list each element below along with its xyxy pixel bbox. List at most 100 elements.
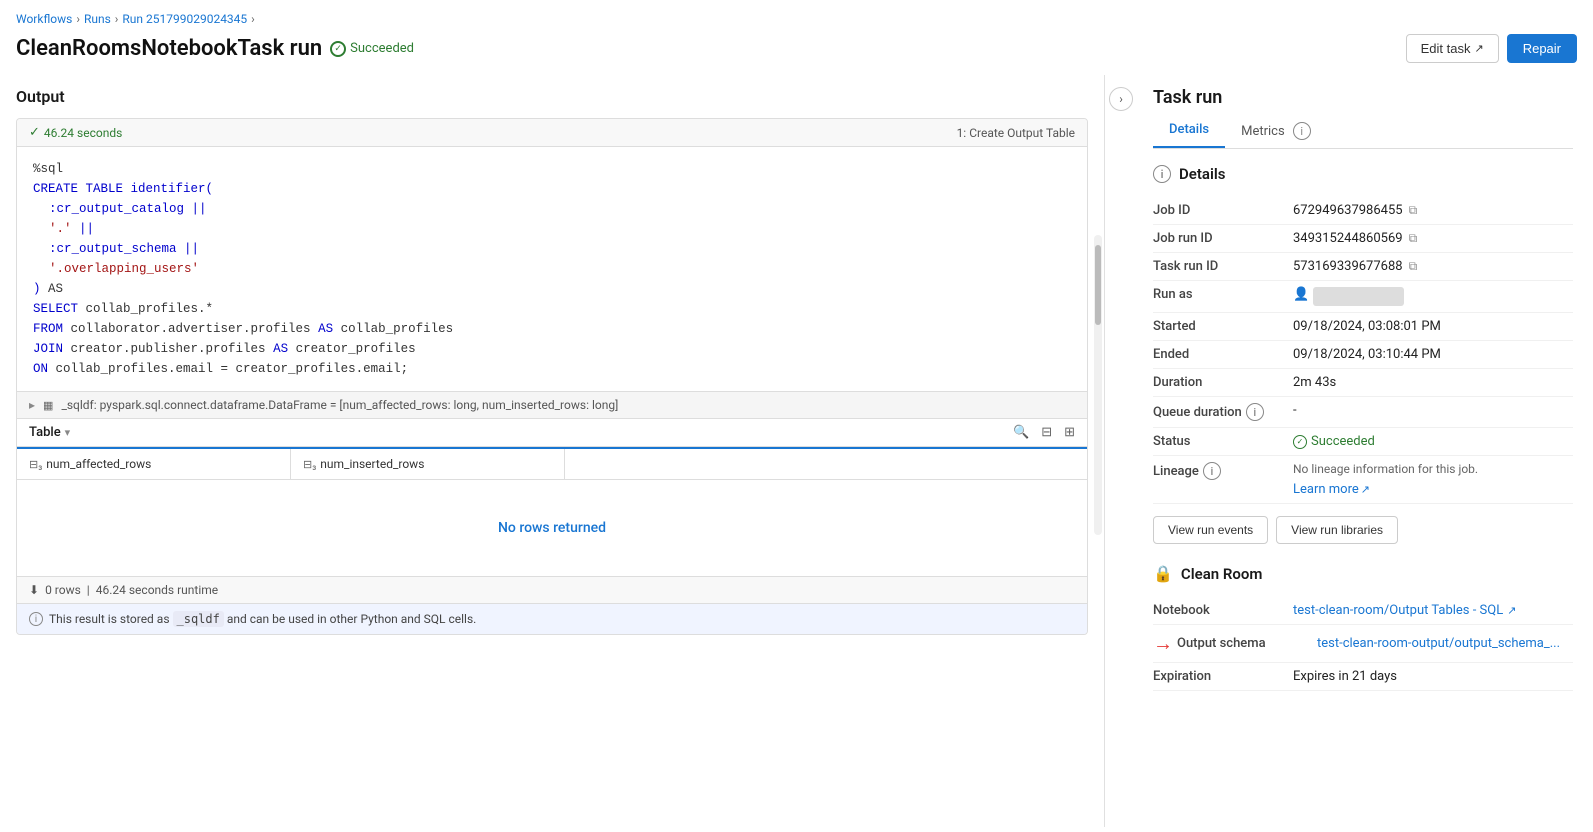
label-queue-duration: Queue duration i <box>1153 403 1293 421</box>
field-run-as: Run as 👤 redacted <box>1153 281 1573 313</box>
task-panel-title: Task run <box>1153 87 1573 108</box>
result-header[interactable]: ▸ ▦ _sqldf: pyspark.sql.connect.datafram… <box>17 391 1087 419</box>
external-icon: ↗ <box>1361 483 1370 496</box>
value-duration: 2m 43s <box>1293 375 1336 390</box>
field-job-id: Job ID 672949637986455 ⧉ <box>1153 197 1573 225</box>
value-task-run-id: 573169339677688 <box>1293 259 1403 274</box>
lineage-info-icon[interactable]: i <box>1203 462 1221 480</box>
download-icon[interactable]: ⬇ <box>29 583 39 597</box>
metrics-info-icon[interactable]: i <box>1293 122 1311 140</box>
label-output-schema: Output schema <box>1177 636 1317 651</box>
tab-details[interactable]: Details <box>1153 116 1225 148</box>
code-line-5: :cr_output_schema || <box>33 239 1071 259</box>
scroll-track[interactable] <box>1094 235 1102 535</box>
tab-metrics[interactable]: Metrics i <box>1225 116 1327 148</box>
clean-room-title-text: Clean Room <box>1181 565 1262 583</box>
columns-icon[interactable]: ⊞ <box>1064 425 1075 440</box>
label-lineage: Lineage i <box>1153 462 1293 480</box>
edit-task-label: Edit task <box>1421 41 1471 56</box>
value-job-id: 672949637986455 <box>1293 203 1403 218</box>
field-duration: Duration 2m 43s <box>1153 369 1573 397</box>
cell-footer: ⬇ 0 rows | 46.24 seconds runtime <box>17 576 1087 603</box>
details-info-icon[interactable]: i <box>1153 165 1171 183</box>
details-header: i Details <box>1153 165 1573 183</box>
scroll-thumb[interactable] <box>1095 245 1101 325</box>
field-output-schema: → Output schema test-clean-room-output/o… <box>1153 625 1573 663</box>
note-text: This result is stored as _sqldf and can … <box>49 612 476 626</box>
label-run-as: Run as <box>1153 287 1293 302</box>
breadcrumb-sep3: › <box>251 12 255 26</box>
table-icon: ▦ <box>43 399 53 412</box>
footer-timing: 46.24 seconds runtime <box>96 583 218 597</box>
search-icon[interactable]: 🔍 <box>1013 425 1029 440</box>
value-output-schema[interactable]: test-clean-room-output/output_schema_... <box>1317 636 1560 651</box>
footer-sep: | <box>87 583 90 597</box>
panel-toggle-button[interactable]: › <box>1105 75 1133 827</box>
label-task-run-id: Task run ID <box>1153 259 1293 274</box>
code-line-9: FROM collaborator.advertiser.profiles AS… <box>33 319 1071 339</box>
red-arrow-indicator: → <box>1153 631 1173 656</box>
toggle-icon: › <box>1119 92 1123 106</box>
field-started: Started 09/18/2024, 03:08:01 PM <box>1153 313 1573 341</box>
field-job-run-id: Job run ID 349315244860569 ⧉ <box>1153 225 1573 253</box>
col-empty <box>565 449 1087 479</box>
col-header-1: num_affected_rows <box>46 457 151 471</box>
code-line-11: ON collab_profiles.email = creator_profi… <box>33 359 1071 379</box>
code-line-8: SELECT collab_profiles.* <box>33 299 1071 319</box>
code-content: %sql CREATE TABLE identifier( :cr_output… <box>17 147 1087 391</box>
footer-left: ⬇ 0 rows | 46.24 seconds runtime <box>29 583 218 597</box>
page-title: CleanRoomsNotebookTask run <box>16 36 322 61</box>
breadcrumb-runs[interactable]: Runs <box>84 12 111 26</box>
field-expiration: Expiration Expires in 21 days <box>1153 663 1573 691</box>
table-chevron[interactable]: ▾ <box>65 426 71 439</box>
header-buttons: Edit task ↗ Repair <box>1406 34 1577 63</box>
copy-job-run-id[interactable]: ⧉ <box>1409 231 1418 246</box>
copy-task-run-id[interactable]: ⧉ <box>1409 259 1418 274</box>
breadcrumb-workflows[interactable]: Workflows <box>16 12 72 26</box>
view-run-libraries-button[interactable]: View run libraries <box>1276 516 1398 544</box>
value-status: ✓ Succeeded <box>1293 434 1375 449</box>
code-line-1: %sql <box>33 159 1071 179</box>
page-title-area: CleanRoomsNotebookTask run Succeeded <box>16 36 414 61</box>
copy-job-id[interactable]: ⧉ <box>1409 203 1418 218</box>
learn-more-link[interactable]: Learn more ↗ <box>1293 482 1370 497</box>
breadcrumb: Workflows › Runs › Run 251799029024345 › <box>0 0 1593 30</box>
status-icon <box>330 41 346 57</box>
field-ended: Ended 09/18/2024, 03:10:44 PM <box>1153 341 1573 369</box>
page-header: CleanRoomsNotebookTask run Succeeded Edi… <box>0 30 1593 75</box>
note-code: _sqldf <box>173 611 224 627</box>
code-line-3: :cr_output_catalog || <box>33 199 1071 219</box>
view-run-events-button[interactable]: View run events <box>1153 516 1268 544</box>
code-line-6: '.overlapping_users' <box>33 259 1071 279</box>
details-title: Details <box>1179 165 1225 183</box>
label-job-id: Job ID <box>1153 203 1293 218</box>
metrics-label: Metrics <box>1241 124 1285 139</box>
breadcrumb-sep1: › <box>76 12 80 26</box>
label-duration: Duration <box>1153 375 1293 390</box>
col-header-2: num_inserted_rows <box>320 457 424 471</box>
footer-rows: 0 rows <box>45 583 81 597</box>
cell-step-name: 1: Create Output Table <box>957 126 1075 140</box>
code-line-7: ) AS <box>33 279 1071 299</box>
col-type-icon-2: ⊟₃ <box>303 458 316 471</box>
task-panel: Task run Details Metrics i i Details Job… <box>1133 75 1593 827</box>
filter-icon[interactable]: ⊟ <box>1041 425 1052 440</box>
col-num-affected: ⊟₃ num_affected_rows <box>17 449 291 479</box>
label-status: Status <box>1153 434 1293 449</box>
action-buttons: View run events View run libraries <box>1153 516 1573 544</box>
clean-room-section: 🔒 Clean Room Notebook test-clean-room/Ou… <box>1153 564 1573 691</box>
table-label: Table ▾ <box>29 425 70 440</box>
notebook-link-text: test-clean-room/Output Tables - SQL <box>1293 603 1503 618</box>
status-text: Succeeded <box>350 41 414 56</box>
code-line-2: CREATE TABLE identifier( <box>33 179 1071 199</box>
field-task-run-id: Task run ID 573169339677688 ⧉ <box>1153 253 1573 281</box>
breadcrumb-run[interactable]: Run 251799029024345 <box>122 12 247 26</box>
cell-note: i This result is stored as _sqldf and ca… <box>17 603 1087 634</box>
status-badge: Succeeded <box>330 41 414 57</box>
queue-info-icon[interactable]: i <box>1246 403 1264 421</box>
task-tabs: Details Metrics i <box>1153 116 1573 149</box>
repair-button[interactable]: Repair <box>1507 34 1577 63</box>
edit-task-button[interactable]: Edit task ↗ <box>1406 34 1499 63</box>
result-description: _sqldf: pyspark.sql.connect.dataframe.Da… <box>61 398 618 412</box>
value-notebook[interactable]: test-clean-room/Output Tables - SQL ↗ <box>1293 603 1516 618</box>
